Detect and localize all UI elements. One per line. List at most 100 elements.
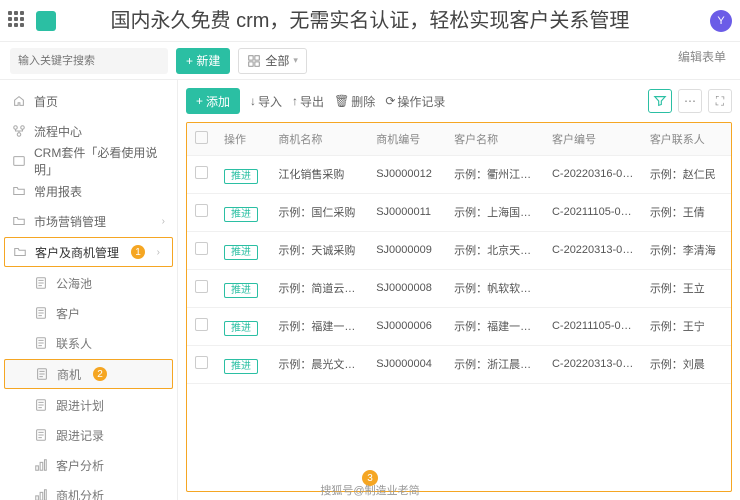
checkbox[interactable] bbox=[195, 242, 208, 255]
apps-icon[interactable] bbox=[8, 11, 28, 31]
cell: 示例：晨光文具设备… bbox=[270, 345, 368, 383]
cell: 示例：刘晨 bbox=[642, 345, 731, 383]
import-link[interactable]: ↓导入 bbox=[250, 93, 282, 110]
nav-badge: 2 bbox=[93, 367, 107, 381]
topbar: Y bbox=[0, 0, 740, 42]
sidebar-item[interactable]: 跟进记录 bbox=[0, 420, 177, 450]
cell: 示例：浙江晨光文具… bbox=[446, 345, 544, 383]
sidebar: 首页流程中心 CRM套件「必看使用说明」常用报表市场营销管理› 客户及商机管理 1 › 公… bbox=[0, 80, 178, 500]
col-header: 客户名称 bbox=[446, 123, 544, 155]
edit-form-link[interactable]: 编辑表单 bbox=[678, 48, 726, 65]
doc-icon bbox=[35, 367, 49, 381]
cell: C-20220313-0000002 bbox=[544, 231, 642, 269]
checkbox[interactable] bbox=[195, 280, 208, 293]
sidebar-item[interactable]: 流程中心 bbox=[0, 116, 177, 146]
cell: SJ0000006 bbox=[368, 307, 446, 345]
filter-label: 全部 bbox=[265, 52, 289, 69]
checkbox[interactable] bbox=[195, 318, 208, 331]
nav-label: 首页 bbox=[34, 93, 58, 110]
doc-icon bbox=[34, 306, 48, 320]
log-link[interactable]: ⟳操作记录 bbox=[385, 93, 445, 110]
content: +添加 ↓导入 ↑导出 🗑删除 ⟳操作记录 ⋯ ⛶ 操作商机名称商机编号客户名称… bbox=[178, 80, 740, 500]
new-button[interactable]: + 新建 bbox=[176, 48, 230, 74]
sidebar-item[interactable]: 商机2 bbox=[4, 359, 173, 389]
cell: SJ0000008 bbox=[368, 269, 446, 307]
chart-icon bbox=[34, 458, 48, 472]
delete-link[interactable]: 🗑删除 bbox=[334, 93, 375, 110]
export-link[interactable]: ↑导出 bbox=[292, 93, 324, 110]
search-input[interactable] bbox=[10, 48, 168, 74]
checkbox[interactable] bbox=[195, 356, 208, 369]
sidebar-item[interactable]: 公海池 bbox=[0, 268, 177, 298]
logo-icon bbox=[36, 11, 56, 31]
sidebar-item[interactable]: 跟进计划 bbox=[0, 390, 177, 420]
export-icon: ↑ bbox=[292, 94, 298, 108]
action-row: + 新建 全部 ▾ 编辑表单 bbox=[0, 42, 740, 80]
nav-label: 公海池 bbox=[56, 275, 92, 292]
cell: C-20220313-0000004 bbox=[544, 345, 642, 383]
cell: 示例：王立 bbox=[642, 269, 731, 307]
nav-label: 客户及商机管理 bbox=[35, 244, 119, 261]
filter-icon-button[interactable] bbox=[648, 89, 672, 113]
table-row[interactable]: 推进示例：国仁采购SJ0000011示例：上海国仁有限…C-20211105-0… bbox=[187, 193, 731, 231]
grid-icon bbox=[247, 54, 261, 68]
chevron-icon: › bbox=[157, 247, 160, 258]
table-row[interactable]: 推进示例：福建一高3月订单SJ0000006示例：福建一高集团C-2021110… bbox=[187, 307, 731, 345]
action-tag[interactable]: 推进 bbox=[224, 169, 258, 184]
doc-icon bbox=[34, 336, 48, 350]
cell: 示例：福建一高3月订单 bbox=[270, 307, 368, 345]
col-header: 客户编号 bbox=[544, 123, 642, 155]
table-row[interactable]: 推进江化销售采购SJ0000012示例：衢州江化集团C-20220316-000… bbox=[187, 155, 731, 193]
sidebar-item[interactable]: 常用报表 bbox=[0, 176, 177, 206]
nav-label: CRM套件「必看使用说明」 bbox=[34, 144, 165, 178]
filter-dropdown[interactable]: 全部 ▾ bbox=[238, 48, 307, 74]
cell: C-20211105-0000001 bbox=[544, 193, 642, 231]
cell: 示例：帆软软件有限公司 bbox=[446, 269, 544, 307]
action-tag[interactable]: 推进 bbox=[224, 283, 258, 298]
table-row[interactable]: 推进示例：简道云采购SJ0000008示例：帆软软件有限公司 示例：王立 bbox=[187, 269, 731, 307]
cell: 示例：天诚采购 bbox=[270, 231, 368, 269]
folder-icon bbox=[13, 245, 27, 259]
kit-icon bbox=[12, 154, 26, 168]
doc-icon bbox=[34, 428, 48, 442]
clock-icon: ⟳ bbox=[385, 94, 395, 108]
cell: 示例：国仁采购 bbox=[270, 193, 368, 231]
nav-badge: 1 bbox=[131, 245, 145, 259]
sidebar-item[interactable]: 客户 bbox=[0, 298, 177, 328]
sidebar-item[interactable]: 客户及商机管理 1 › bbox=[4, 237, 173, 267]
chevron-down-icon: ▾ bbox=[293, 55, 298, 66]
expand-icon-button[interactable]: ⛶ bbox=[708, 89, 732, 113]
table-wrap: 操作商机名称商机编号客户名称客户编号客户联系人推进江化销售采购SJ0000012… bbox=[186, 122, 732, 492]
col-header: 商机名称 bbox=[270, 123, 368, 155]
checkbox[interactable] bbox=[195, 166, 208, 179]
nav-label: 流程中心 bbox=[34, 123, 82, 140]
action-tag[interactable]: 推进 bbox=[224, 207, 258, 222]
sidebar-item[interactable]: 市场营销管理› bbox=[0, 206, 177, 236]
log-label: 操作记录 bbox=[397, 93, 445, 110]
cell: 示例：简道云采购 bbox=[270, 269, 368, 307]
action-tag[interactable]: 推进 bbox=[224, 245, 258, 260]
action-tag[interactable]: 推进 bbox=[224, 321, 258, 336]
sidebar-item[interactable]: 客户分析 bbox=[0, 450, 177, 480]
table-row[interactable]: 推进示例：天诚采购SJ0000009示例：北京天诚软件…C-20220313-0… bbox=[187, 231, 731, 269]
sidebar-item[interactable]: 首页 bbox=[0, 86, 177, 116]
avatar[interactable]: Y bbox=[710, 10, 732, 32]
footer-credit: 搜狐号@制造业老简 bbox=[0, 482, 740, 498]
plus-icon: + bbox=[196, 94, 203, 108]
checkbox[interactable] bbox=[195, 131, 208, 144]
cell: 示例：福建一高集团 bbox=[446, 307, 544, 345]
checkbox[interactable] bbox=[195, 204, 208, 217]
flow-icon bbox=[12, 124, 26, 138]
cell: 示例：赵仁民 bbox=[642, 155, 731, 193]
add-button[interactable]: +添加 bbox=[186, 88, 240, 114]
table-row[interactable]: 推进示例：晨光文具设备…SJ0000004示例：浙江晨光文具…C-2022031… bbox=[187, 345, 731, 383]
col-header: 商机编号 bbox=[368, 123, 446, 155]
sidebar-item[interactable]: CRM套件「必看使用说明」 bbox=[0, 146, 177, 176]
cell: 示例：上海国仁有限… bbox=[446, 193, 544, 231]
cell: C-20220316-0000001 bbox=[544, 155, 642, 193]
cell: 示例：王倩 bbox=[642, 193, 731, 231]
action-tag[interactable]: 推进 bbox=[224, 359, 258, 374]
sidebar-item[interactable]: 联系人 bbox=[0, 328, 177, 358]
import-label: 导入 bbox=[258, 93, 282, 110]
more-icon-button[interactable]: ⋯ bbox=[678, 89, 702, 113]
